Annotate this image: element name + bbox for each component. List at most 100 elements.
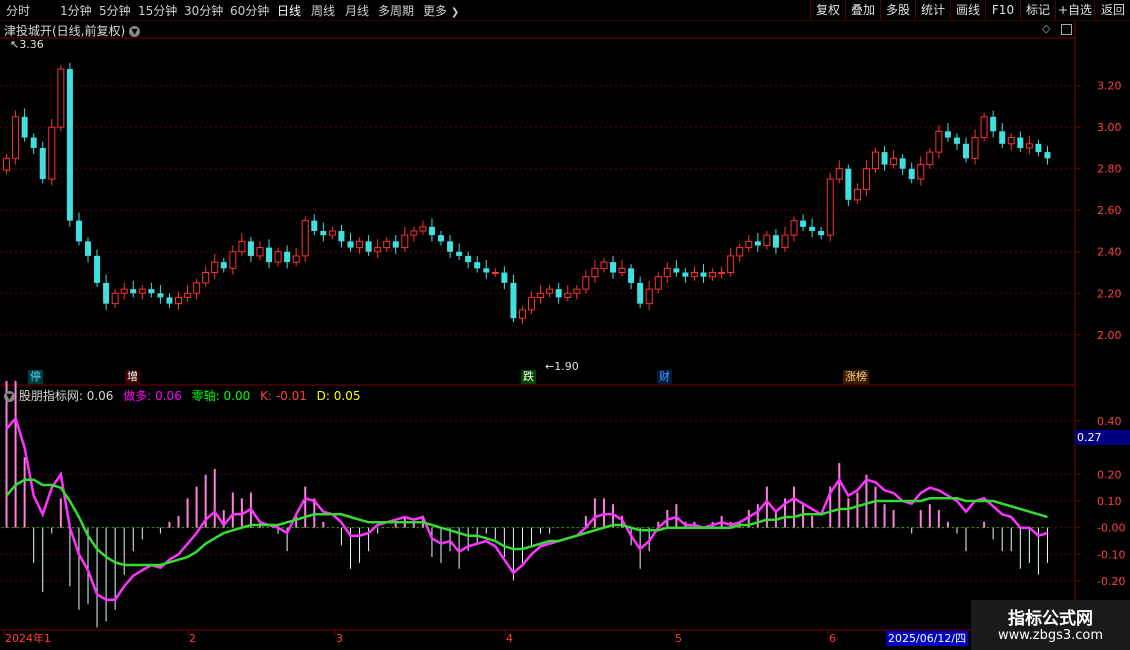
candle-body bbox=[763, 234, 771, 247]
candle-body bbox=[999, 131, 1006, 144]
site-watermark: 指标公式网 www.zbgs3.com bbox=[971, 600, 1130, 650]
candle-body bbox=[963, 143, 970, 159]
candle-body bbox=[256, 247, 264, 257]
candle-body bbox=[745, 240, 753, 249]
date-tick-label: 5 bbox=[675, 632, 682, 645]
date-tick-label: 6 bbox=[829, 632, 836, 645]
candle-body bbox=[727, 255, 735, 274]
candle-body bbox=[57, 68, 65, 128]
candle-body bbox=[573, 288, 581, 294]
stock-title[interactable]: 津投城开(日线,前复权) bbox=[4, 24, 125, 38]
candle-body bbox=[926, 151, 934, 166]
candle-body bbox=[980, 116, 988, 139]
candle-body bbox=[157, 293, 164, 298]
price-tick-label: 2.60 bbox=[1097, 204, 1122, 217]
candle-body bbox=[800, 220, 807, 227]
candle-body bbox=[266, 247, 273, 263]
candle-body bbox=[491, 272, 499, 275]
candle-body bbox=[528, 296, 536, 311]
price-tick-label: 2.20 bbox=[1097, 287, 1122, 300]
candle-body bbox=[347, 241, 354, 248]
candle-body bbox=[618, 267, 626, 274]
candle-body bbox=[645, 288, 653, 305]
indicator-title-row: ▼ 股朋指标网: 0.06 做多: 0.06 零轴: 0.00 K: -0.01… bbox=[4, 387, 361, 404]
panel-toggle-icon[interactable] bbox=[1061, 24, 1072, 35]
badge-increase[interactable]: 增 bbox=[125, 370, 140, 384]
candle-body bbox=[899, 158, 906, 169]
indicator-tick-label: -0.00 bbox=[1097, 522, 1125, 535]
candle-body bbox=[600, 261, 608, 269]
indicator-name[interactable]: 股朋指标网 bbox=[19, 389, 79, 403]
high-value: 3.36 bbox=[19, 38, 44, 51]
candle-body bbox=[1044, 152, 1051, 159]
price-tick-label: 3.00 bbox=[1097, 121, 1122, 134]
price-tick-label: 2.80 bbox=[1097, 163, 1122, 176]
candle-body bbox=[953, 137, 960, 144]
candle-body bbox=[30, 137, 37, 148]
price-axis: 3.20 3.00 2.80 2.60 2.40 2.20 2.00 bbox=[1075, 80, 1122, 342]
candle-body bbox=[292, 255, 300, 263]
badge-fall[interactable]: 跌 bbox=[521, 370, 536, 384]
date-axis: 2024年1 2 3 4 5 6 bbox=[3, 630, 836, 645]
low-price-label: ←1.90 bbox=[545, 360, 579, 373]
legend-k: K: -0.01 bbox=[260, 389, 307, 403]
chevron-down-icon[interactable]: ▼ bbox=[129, 26, 141, 37]
candle-body bbox=[890, 157, 898, 166]
candle-body bbox=[274, 251, 282, 263]
candle-body bbox=[383, 240, 391, 249]
candle-body bbox=[935, 130, 943, 153]
badge-finance[interactable]: 财 bbox=[657, 370, 672, 384]
candle-body bbox=[700, 272, 707, 277]
candle-body bbox=[537, 292, 545, 298]
candle-body bbox=[853, 188, 861, 201]
candle-body bbox=[320, 230, 327, 236]
date-tick-label: 2024年1 bbox=[5, 631, 51, 645]
candle-body bbox=[365, 241, 372, 252]
indicator-tick-label: -0.20 bbox=[1097, 575, 1125, 588]
candle-body bbox=[871, 151, 879, 170]
candle-body bbox=[229, 251, 237, 269]
candlesticks bbox=[3, 62, 1051, 325]
candle-body bbox=[284, 251, 291, 263]
candle-body bbox=[772, 235, 779, 248]
indicator-tick-label: -0.10 bbox=[1097, 548, 1125, 561]
candle-body bbox=[971, 137, 979, 159]
badge-suspend[interactable]: 停 bbox=[28, 370, 43, 384]
candle-body bbox=[456, 251, 463, 256]
arrow-left-icon: ← bbox=[545, 360, 555, 373]
diamond-icon[interactable]: ◇ bbox=[1042, 22, 1050, 35]
candle-body bbox=[311, 220, 318, 231]
candle-body bbox=[881, 152, 888, 165]
candle-body bbox=[75, 220, 82, 242]
candle-body bbox=[908, 168, 915, 180]
candle-body bbox=[410, 230, 418, 236]
candle-body bbox=[781, 234, 789, 249]
candle-body bbox=[438, 235, 445, 242]
candle-body bbox=[166, 297, 173, 304]
candle-body bbox=[447, 241, 454, 252]
candle-body bbox=[392, 241, 399, 248]
candle-body bbox=[1007, 137, 1015, 145]
candle-body bbox=[990, 116, 997, 132]
candle-body bbox=[718, 272, 726, 275]
candle-body bbox=[483, 268, 490, 273]
candle-body bbox=[1035, 143, 1042, 153]
candle-body bbox=[845, 168, 852, 200]
kline-chart[interactable]: 3.20 3.00 2.80 2.60 2.40 2.20 2.00 0.40 0.20 0.1… bbox=[0, 0, 1130, 650]
candle-body bbox=[419, 226, 427, 232]
candle-body bbox=[818, 230, 825, 236]
candle-body bbox=[148, 289, 155, 294]
arrow-left-icon: ↖ bbox=[10, 38, 20, 51]
current-date-tag: 2025/06/12/四 bbox=[886, 631, 969, 646]
candle-body bbox=[175, 296, 183, 305]
candle-body bbox=[582, 276, 590, 290]
candle-body bbox=[518, 309, 526, 319]
chevron-down-icon[interactable]: ▼ bbox=[4, 391, 15, 402]
candle-body bbox=[474, 262, 481, 269]
candle-body bbox=[193, 282, 201, 294]
candle-body bbox=[238, 240, 246, 253]
candle-body bbox=[736, 247, 744, 257]
price-tick-label: 2.00 bbox=[1097, 329, 1122, 342]
badge-limit-up-list[interactable]: 涨榜 bbox=[843, 370, 869, 384]
candle-body bbox=[21, 116, 28, 138]
